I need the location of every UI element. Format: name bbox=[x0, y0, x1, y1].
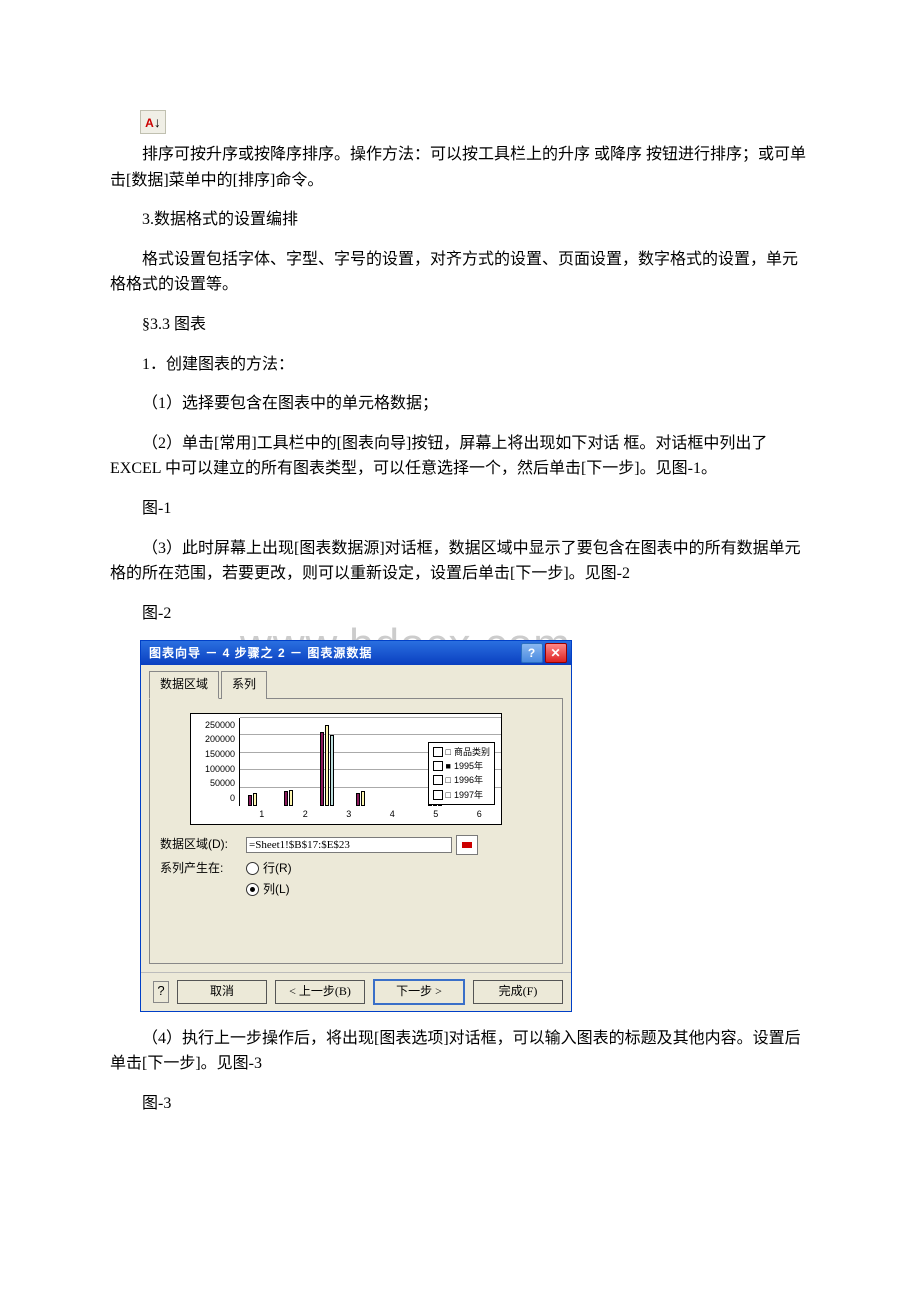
chart-x-axis: 1 2 3 4 5 6 bbox=[240, 807, 501, 821]
next-button[interactable]: 下一步 > bbox=[373, 979, 465, 1005]
help-icon[interactable]: ? bbox=[521, 643, 543, 663]
paragraph: 排序可按升序或按降序排序。操作方法：可以按工具栏上的升序 或降序 按钮进行排序；… bbox=[110, 142, 810, 193]
chart-wizard-dialog: 图表向导 － 4 步骤之 2 － 图表源数据 ? ✕ 数据区域 系列 25000… bbox=[140, 640, 572, 1012]
range-label: 数据区域(D): bbox=[160, 835, 246, 854]
context-help-icon[interactable]: ? bbox=[153, 981, 169, 1003]
chart-y-axis: 250000 200000 150000 100000 50000 0 bbox=[191, 714, 239, 824]
dialog-title: 图表向导 － 4 步骤之 2 － 图表源数据 bbox=[149, 644, 519, 663]
data-range-input[interactable] bbox=[246, 837, 452, 853]
collapse-dialog-icon[interactable] bbox=[456, 835, 478, 855]
dialog-button-row: ? 取消 < 上一步(B) 下一步 > 完成(F) bbox=[141, 972, 571, 1011]
paragraph: （4）执行上一步操作后，将出现[图表选项]对话框，可以输入图表的标题及其他内容。… bbox=[110, 1026, 810, 1077]
radio-icon bbox=[246, 862, 259, 875]
paragraph: （2）单击[常用]工具栏中的[图表向导]按钮，屏幕上将出现如下对话 框。对话框中… bbox=[110, 431, 810, 482]
section-heading: §3.3 图表 bbox=[110, 312, 810, 338]
figure-caption: 图-3 bbox=[110, 1091, 810, 1117]
back-button[interactable]: < 上一步(B) bbox=[275, 980, 365, 1004]
tab-panel: 250000 200000 150000 100000 50000 0 1 2 … bbox=[149, 698, 563, 964]
paragraph: 1．创建图表的方法： bbox=[110, 352, 810, 378]
series-in-label: 系列产生在: bbox=[160, 859, 246, 878]
figure-caption: 图-2 bbox=[110, 601, 810, 627]
cancel-button[interactable]: 取消 bbox=[177, 980, 267, 1004]
close-icon[interactable]: ✕ bbox=[545, 643, 567, 663]
radio-icon bbox=[246, 883, 259, 896]
dialog-titlebar[interactable]: 图表向导 － 4 步骤之 2 － 图表源数据 ? ✕ bbox=[141, 641, 571, 665]
tab-series[interactable]: 系列 bbox=[221, 671, 267, 698]
paragraph: （3）此时屏幕上出现[图表数据源]对话框，数据区域中显示了要包含在图表中的所有数… bbox=[110, 536, 810, 587]
radio-row[interactable]: 行(R) bbox=[246, 859, 292, 878]
sort-ascending-icon: A↓ bbox=[140, 110, 166, 134]
finish-button[interactable]: 完成(F) bbox=[473, 980, 563, 1004]
figure-caption: 图-1 bbox=[110, 496, 810, 522]
radio-column[interactable]: 列(L) bbox=[246, 880, 292, 899]
paragraph: 3.数据格式的设置编排 bbox=[110, 207, 810, 233]
dialog-tabs: 数据区域 系列 bbox=[141, 665, 571, 698]
chart-legend: □商品类别 ■1995年 □1996年 □1997年 bbox=[428, 742, 495, 806]
paragraph: （1）选择要包含在图表中的单元格数据； bbox=[110, 391, 810, 417]
paragraph: 格式设置包括字体、字型、字号的设置，对齐方式的设置、页面设置，数字格式的设置，单… bbox=[110, 247, 810, 298]
chart-preview: 250000 200000 150000 100000 50000 0 1 2 … bbox=[190, 713, 502, 825]
tab-data-range[interactable]: 数据区域 bbox=[149, 671, 219, 698]
